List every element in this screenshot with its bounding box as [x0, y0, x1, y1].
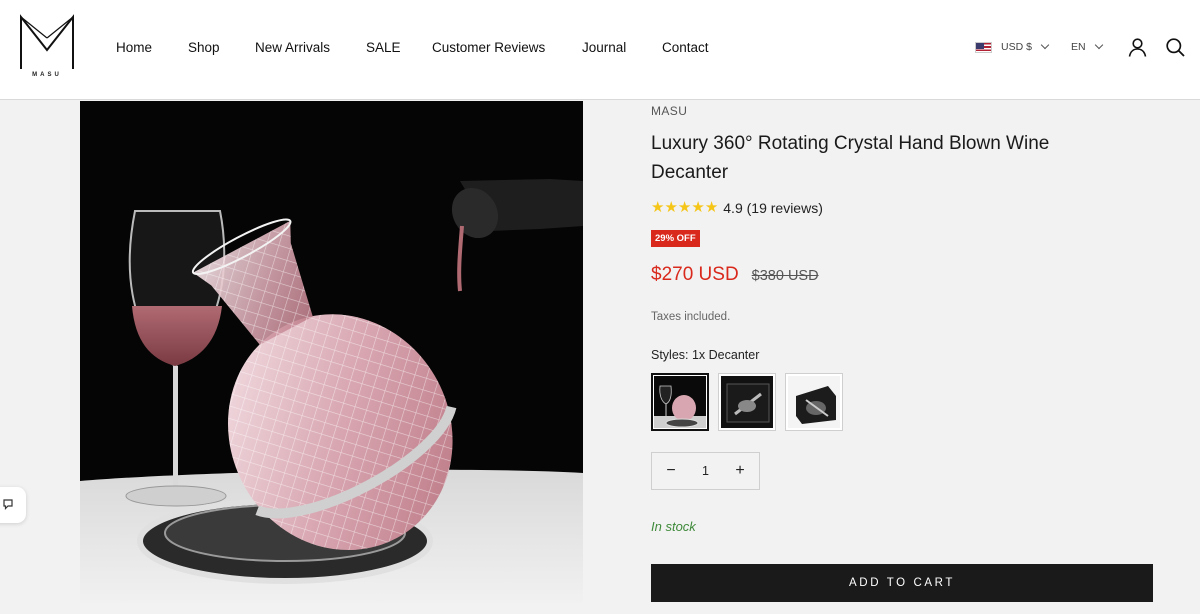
currency-selector[interactable]: USD $	[975, 40, 1050, 53]
swatch-style-2[interactable]	[718, 373, 776, 431]
style-swatches	[651, 373, 852, 431]
product-rating[interactable]: ★ ★ ★ ★ ★ 4.9 (19 reviews)	[651, 200, 823, 217]
quantity-increase-button[interactable]: +	[734, 463, 746, 479]
nav-contact[interactable]: Contact	[662, 40, 709, 55]
product-vendor[interactable]: MASU	[651, 104, 687, 118]
language-label: EN	[1071, 41, 1086, 53]
compare-at-price: $380 USD	[751, 268, 819, 284]
sale-price: $270 USD	[651, 264, 739, 285]
chevron-down-icon	[1040, 40, 1050, 50]
chevron-down-icon	[1094, 40, 1103, 50]
rating-text: 4.9 (19 reviews)	[723, 200, 823, 216]
nav-new-arrivals[interactable]: New Arrivals	[255, 40, 330, 55]
discount-badge: 29% OFF	[651, 230, 700, 247]
swatch-thumbnail	[654, 376, 706, 428]
star-icon: ★	[677, 199, 692, 216]
star-icon: ★	[664, 199, 678, 216]
swatch-decanter[interactable]	[651, 373, 709, 431]
us-flag-icon	[975, 41, 992, 53]
logo-text: MASU	[32, 72, 62, 78]
chat-icon	[3, 499, 13, 510]
product-main-image[interactable]	[80, 101, 583, 603]
decanter-photo	[80, 101, 583, 603]
quantity-decrease-button[interactable]: −	[665, 463, 677, 479]
swatch-thumbnail	[721, 376, 773, 428]
nav-customer-reviews[interactable]: Customer Reviews	[432, 40, 545, 55]
nav-sale[interactable]: SALE	[366, 40, 401, 55]
taxes-note: Taxes included.	[651, 311, 731, 323]
logo-mark-icon	[20, 14, 74, 69]
masu-logo[interactable]: MASU	[18, 14, 76, 82]
search-icon[interactable]	[1165, 37, 1186, 58]
quantity-input[interactable]: 1	[702, 464, 709, 478]
product-title: Luxury 360° Rotating Crystal Hand Blown …	[651, 133, 1050, 183]
nav-home[interactable]: Home	[116, 40, 152, 55]
star-icon: ★	[704, 199, 719, 216]
language-selector[interactable]: EN	[1071, 40, 1103, 53]
styles-label: Styles: 1x Decanter	[651, 348, 760, 362]
product-price: $270 USD $380 USD	[651, 264, 819, 286]
swatch-thumbnail	[788, 376, 840, 428]
site-header: MASU Home Shop New Arrivals SALE Custome…	[0, 0, 1200, 100]
swatch-style-3[interactable]	[785, 373, 843, 431]
currency-label: USD $	[1001, 41, 1032, 53]
add-to-cart-button[interactable]: ADD TO CART	[651, 564, 1153, 602]
quantity-stepper: − 1 +	[651, 452, 760, 490]
nav-journal[interactable]: Journal	[582, 40, 626, 55]
nav-shop[interactable]: Shop	[188, 40, 220, 55]
star-icon: ★	[651, 199, 665, 216]
star-icon: ★	[691, 199, 705, 216]
rating-stars: ★ ★ ★ ★ ★	[651, 200, 718, 216]
account-icon[interactable]	[1127, 37, 1148, 58]
stock-status: In stock	[651, 519, 696, 534]
chat-widget-button[interactable]	[0, 487, 26, 523]
